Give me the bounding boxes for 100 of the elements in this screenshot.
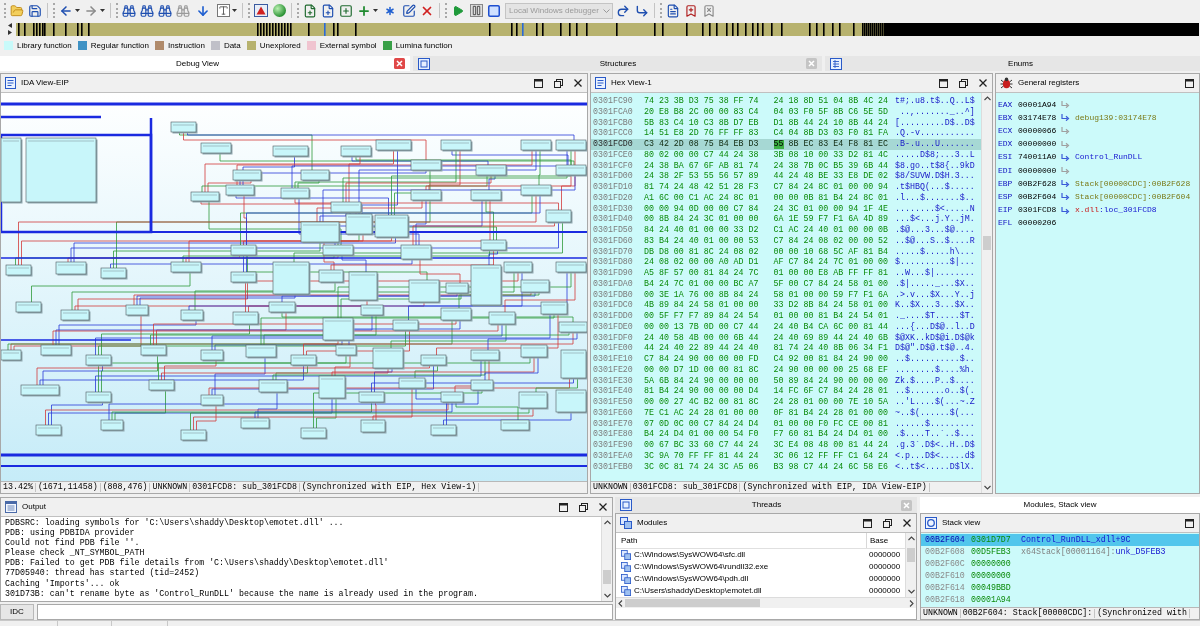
scrollbar-thumb[interactable] [907, 548, 915, 562]
close-icon[interactable] [903, 519, 911, 527]
tab[interactable]: Structures [413, 56, 822, 71]
hex-ascii: ..'L....$(...~.Z [895, 398, 975, 407]
caret-icon[interactable] [100, 9, 105, 12]
edit-icon[interactable] [402, 3, 416, 18]
stack-label[interactable]: Control_RunDLL_xdll+9C [1021, 535, 1131, 545]
scroll-down-icon[interactable] [907, 589, 915, 594]
maximize-icon[interactable] [1185, 78, 1194, 88]
caret-icon[interactable] [373, 9, 378, 12]
hex-bytes: 50 89 84 24 90 00 00 00 [773, 376, 889, 385]
tab[interactable]: Modules, Stack view [920, 497, 1200, 513]
hex-ascii: $@XK..kD$@i.D$@k [895, 333, 975, 342]
scroll-right-icon[interactable] [909, 599, 914, 607]
restore-icon[interactable] [883, 518, 892, 528]
restore-icon[interactable] [554, 78, 563, 88]
horizontal-scrollbar[interactable] [616, 597, 916, 608]
output-line: PDBSRC: loading symbols for 'C:\Users\shaddy\Desktop\emotet.dll' ... [5, 518, 344, 528]
plus-icon[interactable] [357, 3, 371, 18]
register-value: 03174E78 [1018, 113, 1058, 122]
bug-icon [1000, 77, 1013, 89]
right-arrow-icon[interactable] [8, 30, 12, 35]
hex-ascii: .$....T..`..$... [895, 430, 975, 439]
pause-icon[interactable] [469, 4, 483, 17]
hex-bytes: C7 84 24 8C 01 00 00 94 [773, 183, 889, 192]
stack-address[interactable]: 00B2F604 [925, 535, 966, 545]
scroll-left-icon[interactable] [618, 599, 623, 607]
file-plus-icon[interactable] [303, 3, 317, 18]
vertical-scrollbar[interactable] [905, 533, 916, 597]
play-icon[interactable] [452, 4, 464, 17]
sphere-icon[interactable] [272, 4, 286, 17]
tab[interactable]: Debug View [0, 56, 410, 71]
close-icon[interactable] [574, 79, 582, 87]
register-value: 0301FCD8 [1018, 206, 1058, 215]
stop-icon[interactable] [487, 3, 501, 18]
maximize-icon[interactable] [1185, 518, 1194, 528]
scroll-up-icon[interactable] [603, 520, 611, 525]
register-target[interactable]: debug139:03174E78 [1075, 113, 1157, 122]
hex-address: 0301FDF0 [593, 333, 634, 342]
module-icon [621, 586, 631, 596]
maximize-icon[interactable] [939, 78, 948, 88]
close-icon[interactable] [599, 503, 607, 511]
maximize-icon[interactable] [534, 78, 543, 88]
tab[interactable]: Threads [615, 497, 917, 513]
hex-address: 0301FE00 [593, 344, 634, 353]
caret-icon[interactable] [75, 9, 80, 12]
caret-icon[interactable] [232, 9, 237, 12]
column-header[interactable]: Path [616, 533, 867, 548]
module-icon [621, 574, 631, 584]
hex-address: 0301FE40 [593, 387, 634, 396]
scroll-up-icon[interactable] [983, 96, 991, 101]
hex-address: 0301FE50 [593, 398, 634, 407]
scroll-down-icon[interactable] [983, 485, 991, 490]
binoculars-icon[interactable] [122, 3, 136, 18]
scrollbar-thumb[interactable] [603, 570, 611, 584]
vertical-scrollbar[interactable] [981, 93, 992, 493]
document-icon[interactable] [666, 3, 680, 18]
corner-arrow-icon[interactable] [635, 3, 649, 18]
register-value: 00000206 [1018, 219, 1058, 228]
close-icon[interactable] [979, 79, 987, 87]
text-icon[interactable] [216, 4, 230, 17]
hex-bytes: 58 01 00 00 59 F7 F1 6A [773, 290, 889, 299]
command-input[interactable] [37, 604, 613, 620]
pointer-arrow-icon [1061, 114, 1070, 122]
column-header[interactable]: Base [867, 533, 905, 548]
maximize-icon[interactable] [863, 518, 872, 528]
vertical-scrollbar[interactable] [601, 517, 612, 601]
cursor-byte[interactable]: 55 [773, 140, 784, 149]
scroll-up-icon[interactable] [907, 536, 915, 541]
bookmark-plus-icon[interactable] [684, 3, 698, 18]
binoculars-icon[interactable] [158, 3, 172, 18]
language-button[interactable]: IDC [0, 604, 34, 620]
redo-arrow-icon[interactable] [616, 3, 630, 18]
scrollbar-thumb[interactable] [983, 236, 991, 250]
stack-label[interactable]: x64Stack[00001164]:unk_D5FEB3 [1021, 547, 1166, 557]
hex-bytes: DB D8 00 81 8C 24 08 02 [644, 247, 759, 256]
file-plus-icon[interactable] [321, 3, 335, 18]
scrollbar-thumb[interactable] [625, 599, 760, 607]
register-target[interactable]: Stack[00000CDC]:00B2F628 [1075, 179, 1191, 188]
left-arrow-icon[interactable] [8, 23, 12, 28]
binoculars-icon[interactable] [140, 3, 154, 18]
register-target[interactable]: x.dll:loc_301FCD8 [1075, 206, 1157, 215]
restore-icon[interactable] [959, 78, 968, 88]
module-path: C:\Windows\SysWOW64\rundll32.exe [634, 563, 769, 571]
bookmark-x-icon[interactable] [702, 3, 716, 18]
maximize-icon[interactable] [559, 502, 568, 512]
hex-ascii: .$@...3...$@.... [895, 226, 975, 235]
save-icon[interactable] [28, 3, 42, 18]
navigation-band[interactable] [16, 22, 1199, 36]
tab[interactable]: Enums [825, 56, 1200, 71]
hex-bytes: C3 42 2D 08 75 B4 EB D3 [644, 140, 759, 149]
triangle-icon[interactable] [254, 4, 268, 17]
square-plus-icon[interactable] [339, 3, 353, 18]
register-target[interactable]: Control_RunDLL [1075, 153, 1143, 162]
register-target[interactable]: Stack[00000CDC]:00B2F604 [1075, 192, 1191, 201]
hex-bytes: 6A 1E 59 F7 F1 6A 4D 89 [773, 215, 889, 224]
restore-icon[interactable] [579, 502, 588, 512]
hex-address: 0301FCD0 [593, 140, 634, 149]
scroll-down-icon[interactable] [603, 593, 611, 598]
hex-ascii: ..$@...S..$....R [895, 236, 975, 246]
